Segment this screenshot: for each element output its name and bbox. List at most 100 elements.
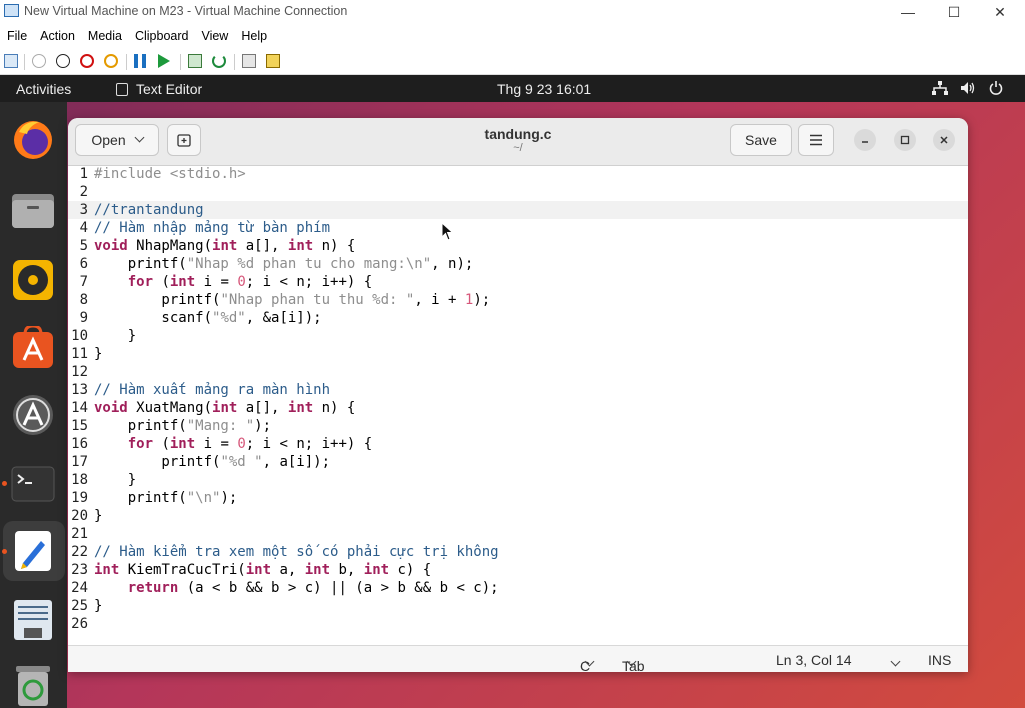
menu-file[interactable]: File	[0, 29, 33, 43]
code-line[interactable]: 8 printf("Nhap phan tu thu %d: ", i + 1)…	[68, 291, 968, 309]
line-number: 6	[79, 256, 88, 272]
insert-mode[interactable]: INS	[928, 652, 951, 668]
editor-statusbar: C Tab Width: 8 Ln 3, Col 14 INS	[68, 645, 968, 672]
line-content: }	[94, 508, 103, 524]
code-line[interactable]: 5 void NhapMang(int a[], int n) {	[68, 237, 968, 255]
code-line[interactable]: 22 // Hàm kiểm tra xem một số có phải cực…	[68, 543, 968, 561]
activities-button[interactable]: Activities	[16, 81, 71, 97]
host-title-bar: New Virtual Machine on M23 - Virtual Mac…	[0, 0, 1025, 24]
line-content: printf("Nhap %d phan tu cho mang:\n", n)…	[94, 256, 474, 272]
code-line[interactable]: 13 // Hàm xuất mảng ra màn hình	[68, 381, 968, 399]
close-icon	[940, 136, 948, 144]
line-number: 25	[71, 598, 88, 614]
line-content: for (int i = 0; i < n; i++) {	[127, 274, 373, 290]
menu-media[interactable]: Media	[81, 29, 128, 43]
code-line[interactable]: 18 }	[68, 471, 968, 489]
text-editor-running-indicator	[2, 549, 7, 554]
code-line[interactable]: 23 int KiemTraCucTri(int a, int b, int c)…	[68, 561, 968, 579]
line-content: }	[94, 598, 103, 614]
code-line[interactable]: 21	[68, 525, 968, 543]
code-line[interactable]: 7 for (int i = 0; i < n; i++) {	[68, 273, 968, 291]
line-number: 11	[71, 346, 88, 362]
text-editor-window: Open tandung.c ~/ Save 1 #include <stdio.…	[68, 118, 968, 672]
code-line[interactable]: 6 printf("Nhap %d phan tu cho mang:\n", …	[68, 255, 968, 273]
start-icon[interactable]	[32, 54, 46, 68]
minimize-button[interactable]	[854, 129, 876, 151]
code-line[interactable]: 19 printf("\n");	[68, 489, 968, 507]
clock[interactable]: Thg 9 23 16:01	[497, 81, 591, 97]
code-line[interactable]: 25}	[68, 597, 968, 615]
revert-icon[interactable]	[212, 54, 226, 68]
line-content: // Hàm kiểm tra xem một số có phải cực t…	[94, 544, 499, 560]
code-editor[interactable]: 1 #include <stdio.h> 2 3//trantandung 4// Hà…	[68, 165, 968, 645]
host-window-title: New Virtual Machine on M23 - Virtual Mac…	[24, 4, 348, 18]
share-icon[interactable]	[266, 54, 280, 68]
minimize-icon	[862, 141, 868, 143]
host-maximize-button[interactable]: ☐	[931, 0, 977, 24]
document-icon[interactable]	[10, 597, 56, 643]
checkpoint-icon[interactable]	[188, 54, 202, 68]
ubuntu-desktop: Activities Text Editor Thg 9 23 16:01 Op…	[0, 75, 1025, 708]
software-updater-icon[interactable]	[10, 392, 56, 438]
save-state-icon[interactable]	[104, 54, 118, 68]
code-line[interactable]: 17 printf("%d ", a[i]);	[68, 453, 968, 471]
app-center-icon[interactable]	[10, 325, 56, 371]
menu-help[interactable]: Help	[234, 29, 273, 43]
line-content: for (int i = 0; i < n; i++) {	[127, 436, 373, 452]
code-line[interactable]: 20}	[68, 507, 968, 525]
line-number: 10	[71, 328, 88, 344]
line-number: 20	[71, 508, 88, 524]
trash-icon[interactable]	[10, 663, 56, 708]
code-line[interactable]: 16 for (int i = 0; i < n; i++) {	[68, 435, 968, 453]
power-icon[interactable]	[989, 81, 1003, 98]
code-line[interactable]: 3 //trantandung	[68, 201, 968, 219]
code-line[interactable]: 1 #include <stdio.h>	[68, 165, 968, 183]
code-line[interactable]: 10 }	[68, 327, 968, 345]
code-line[interactable]: 14 void XuatMang(int a[], int n) {	[68, 399, 968, 417]
ctrl-alt-del-icon[interactable]	[4, 54, 18, 68]
rhythmbox-icon[interactable]	[10, 257, 56, 303]
volume-icon[interactable]	[960, 81, 976, 98]
maximize-icon	[900, 135, 910, 145]
line-content: printf("Mang: ");	[94, 418, 272, 434]
main-menu-button[interactable]	[798, 124, 834, 156]
files-icon[interactable]	[10, 187, 56, 233]
code-line[interactable]: 11}	[68, 345, 968, 363]
turn-off-icon[interactable]	[56, 54, 70, 68]
cursor-position: Ln 3, Col 14	[776, 652, 852, 668]
firefox-icon[interactable]	[10, 117, 56, 163]
line-number: 2	[79, 184, 88, 200]
editor-headerbar: Open tandung.c ~/ Save	[68, 118, 968, 166]
line-number: 9	[79, 310, 88, 326]
host-minimize-button[interactable]: —	[885, 0, 931, 24]
code-line[interactable]: 15 printf("Mang: ");	[68, 417, 968, 435]
app-menu[interactable]: Text Editor	[116, 81, 202, 97]
menu-clipboard[interactable]: Clipboard	[128, 29, 195, 43]
code-line[interactable]: 9 scanf("%d", &a[i]);	[68, 309, 968, 327]
maximize-button[interactable]	[894, 129, 916, 151]
code-line[interactable]: 2	[68, 183, 968, 201]
network-icon[interactable]	[932, 81, 948, 98]
code-line[interactable]: 24 return (a < b && b > c) || (a > b && …	[68, 579, 968, 597]
line-number: 24	[71, 580, 88, 596]
close-button[interactable]	[933, 129, 955, 151]
app-name: Text Editor	[136, 81, 203, 97]
host-close-button[interactable]: ✕	[977, 0, 1023, 24]
code-line[interactable]: 12	[68, 363, 968, 381]
code-line[interactable]: 4 // Hàm nhập mảng từ bàn phím	[68, 219, 968, 237]
text-editor-dock-icon[interactable]	[10, 528, 56, 574]
shutdown-icon[interactable]	[80, 54, 94, 68]
line-content: return (a < b && b > c) || (a > b && b <…	[127, 580, 499, 596]
enhanced-session-icon[interactable]	[242, 54, 256, 68]
line-number: 8	[79, 292, 88, 308]
menu-action[interactable]: Action	[33, 29, 81, 43]
code-line[interactable]: 26	[68, 615, 968, 633]
line-number: 4	[79, 220, 88, 236]
menu-view[interactable]: View	[194, 29, 234, 43]
line-number: 7	[79, 274, 88, 290]
resume-icon[interactable]	[158, 54, 170, 68]
line-content: void XuatMang(int a[], int n) {	[94, 400, 356, 416]
save-button[interactable]: Save	[730, 124, 792, 156]
pause-icon[interactable]	[134, 54, 146, 68]
terminal-icon[interactable]	[10, 461, 56, 507]
